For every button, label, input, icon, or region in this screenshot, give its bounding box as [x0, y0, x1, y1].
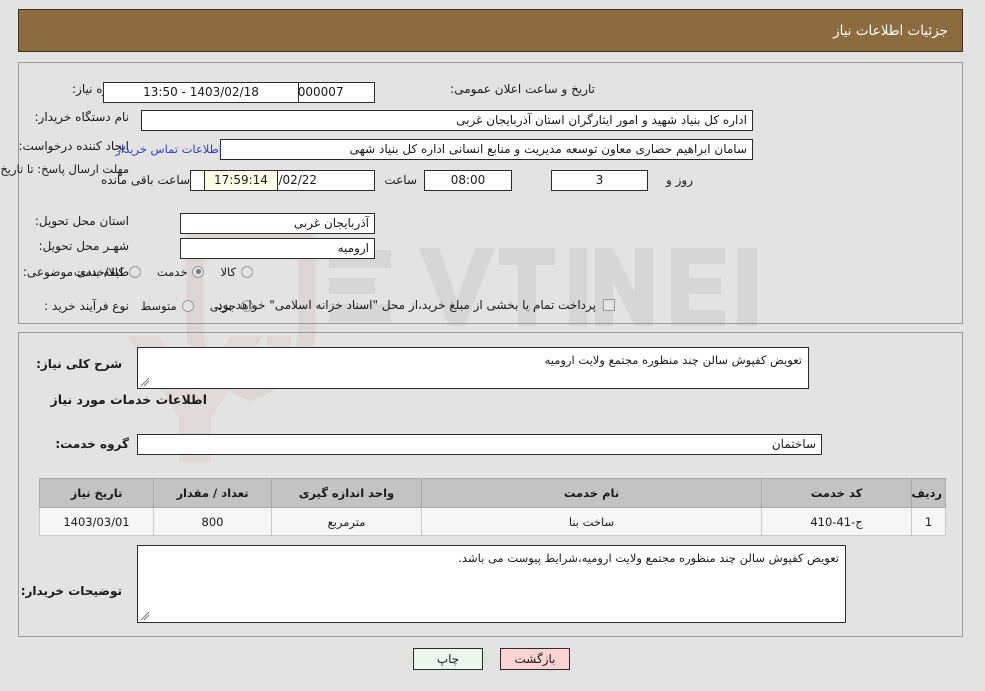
- delivery-province-value: آذربایجان غربی: [181, 213, 376, 234]
- process-radio-1[interactable]: [182, 299, 195, 312]
- col-row-no: ردیف: [912, 478, 947, 508]
- back-button[interactable]: بازگشت: [501, 648, 571, 670]
- buyer-notes-label: توضیحات خریدار:: [21, 584, 123, 598]
- delivery-city-value: ارومیه: [181, 238, 376, 259]
- buyer-notes-textarea[interactable]: تعویض کفپوش سالن چند منظوره مجتمع ولایت …: [138, 545, 847, 623]
- remaining-time-suffix: ساعت باقی مانده: [102, 173, 192, 187]
- category-radio-group: کالا خدمت کالا/خدمت: [59, 264, 254, 279]
- requester-label: ایجاد کننده درخواست:: [19, 139, 130, 153]
- delivery-province-row: استان محل تحویل:: [36, 214, 130, 228]
- cell-service-name: ساخت بنا: [422, 507, 763, 536]
- cell-need-date: 1403/03/01: [40, 507, 155, 536]
- buyer-org-label: نام دستگاه خریدار:: [35, 110, 131, 124]
- category-radio-1[interactable]: [193, 265, 206, 278]
- table-header-row: ردیف کد خدمت نام خدمت واحد اندازه گیری ت…: [40, 478, 947, 508]
- general-desc-label: شرح کلی نیاز:: [37, 357, 123, 371]
- table-row: 1 ج-41-410 ساخت بنا مترمربع 800 1403/03/…: [40, 507, 947, 536]
- general-desc-value: تعویض کفپوش سالن چند منظوره مجتمع ولایت …: [545, 353, 803, 367]
- delivery-province-label: استان محل تحویل:: [35, 214, 130, 228]
- deadline-hour-value: 08:00: [425, 170, 513, 191]
- buyer-notes-value: تعویض کفپوش سالن چند منظوره مجتمع ولایت …: [459, 551, 840, 565]
- category-radio-0-label: کالا: [221, 264, 237, 279]
- col-unit: واحد اندازه گیری: [272, 478, 423, 508]
- resize-grip-icon-2: [141, 611, 151, 621]
- col-need-date: تاریخ نیاز: [40, 478, 155, 508]
- cell-service-code: ج-41-410: [762, 507, 913, 536]
- resize-grip-icon: [141, 377, 151, 387]
- service-group-value: ساختمان: [138, 434, 823, 455]
- col-quantity: تعداد / مقدار: [154, 478, 273, 508]
- cell-quantity: 800: [154, 507, 273, 536]
- general-desc-textarea[interactable]: تعویض کفپوش سالن چند منظوره مجتمع ولایت …: [138, 347, 810, 389]
- process-row: نوع فرآیند خرید :: [45, 299, 130, 313]
- process-radio-1-label: متوسط: [141, 298, 178, 313]
- delivery-city-label: شهـر محل تحویل:: [39, 239, 130, 253]
- category-radio-2-label: کالا/خدمت: [74, 264, 125, 279]
- announce-date-label: تاریخ و ساعت اعلان عمومی:: [451, 82, 596, 96]
- announce-date-row: تاریخ و ساعت اعلان عمومی:: [451, 82, 596, 96]
- remaining-days-separator: روز و: [667, 173, 694, 187]
- category-radio-0[interactable]: [242, 265, 254, 278]
- remaining-days-value: 3: [552, 170, 649, 191]
- services-table-wrapper: ردیف کد خدمت نام خدمت واحد اندازه گیری ت…: [40, 478, 947, 536]
- category-radio-2[interactable]: [129, 265, 142, 278]
- process-label: نوع فرآیند خرید :: [45, 299, 130, 313]
- buyer-org-value: اداره کل بنیاد شهید و امور ایثارگران است…: [142, 110, 754, 131]
- remaining-time-value: 17:59:14: [205, 170, 279, 191]
- col-service-code: کد خدمت: [762, 478, 913, 508]
- delivery-city-row: شهـر محل تحویل:: [40, 239, 130, 253]
- category-radio-1-label: خدمت: [157, 264, 189, 279]
- cell-row-no: 1: [912, 507, 947, 536]
- services-table: ردیف کد خدمت نام خدمت واحد اندازه گیری ت…: [40, 478, 947, 536]
- services-section-heading: اطلاعات خدمات مورد نیاز: [51, 392, 209, 407]
- page-header-bar: جزئیات اطلاعات نیاز: [19, 9, 964, 52]
- treasury-docs-checkbox[interactable]: [604, 299, 616, 311]
- buyer-org-row: نام دستگاه خریدار:: [36, 110, 131, 124]
- treasury-docs-note: پرداخت تمام یا بخشی از مبلغ خرید،از محل …: [214, 298, 597, 312]
- service-group-label: گروه خدمت:: [56, 437, 130, 451]
- deadline-hour-label: ساعت: [385, 173, 418, 187]
- footer-button-bar: بازگشت چاپ: [0, 648, 985, 670]
- announce-date-value: 1403/02/18 - 13:50: [104, 82, 300, 103]
- page-title: جزئیات اطلاعات نیاز: [834, 22, 949, 39]
- cell-unit: مترمربع: [272, 507, 423, 536]
- requester-row: ایجاد کننده درخواست:: [19, 139, 130, 153]
- buyer-contact-link[interactable]: اطلاعات تماس خریدار: [116, 142, 223, 156]
- col-service-name: نام خدمت: [422, 478, 763, 508]
- requester-value: سامان ابراهیم حصاری معاون توسعه مدیریت و…: [221, 139, 754, 160]
- print-button[interactable]: چاپ: [414, 648, 484, 670]
